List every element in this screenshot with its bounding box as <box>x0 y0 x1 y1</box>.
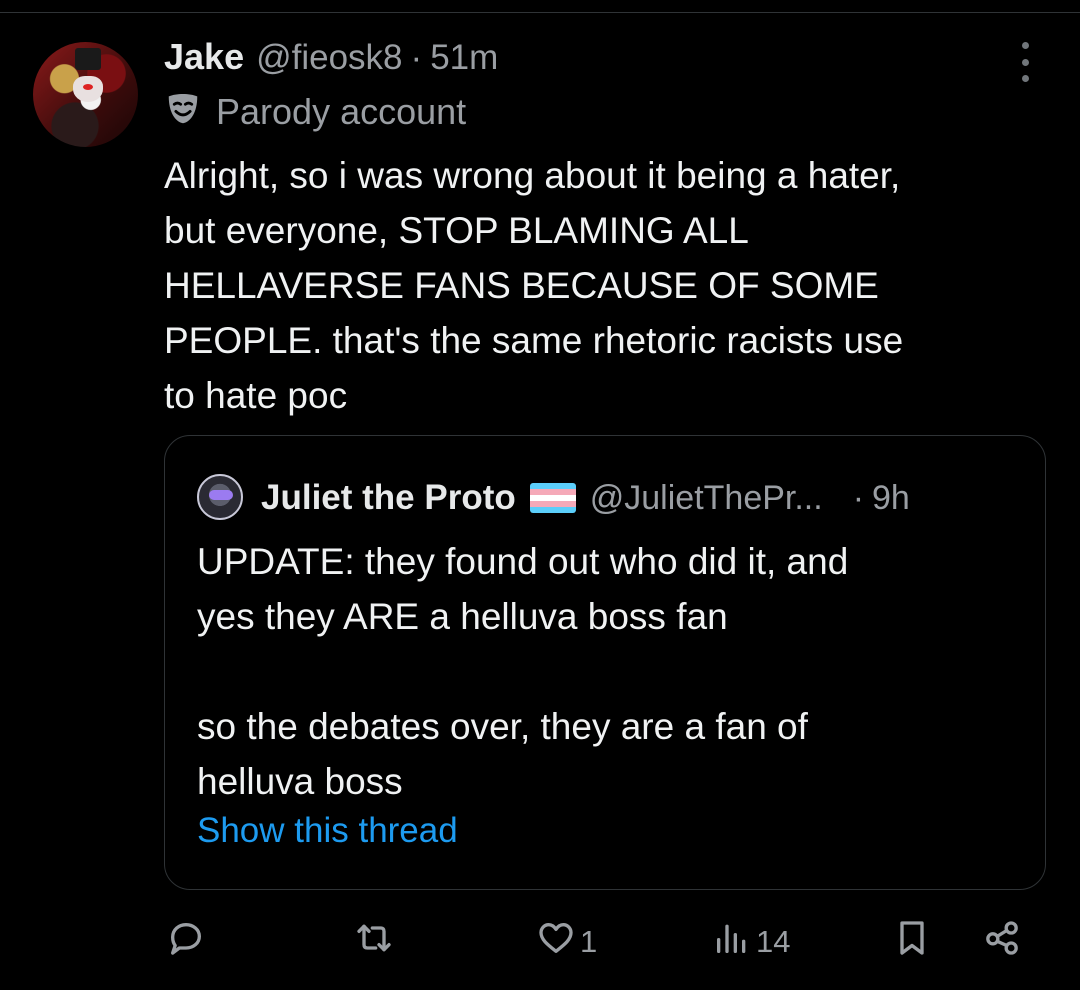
more-dot <box>1021 42 1029 49</box>
quoted-author-avatar[interactable] <box>197 474 243 520</box>
flag-stripe <box>529 507 576 513</box>
retweet-icon <box>354 918 394 966</box>
like-count: 1 <box>580 924 598 959</box>
parody-label-row: Parody account <box>164 90 466 133</box>
more-dot <box>1021 75 1029 82</box>
top-divider <box>0 12 1080 13</box>
author-name[interactable]: Jake <box>164 36 244 78</box>
quoted-tweet-time[interactable]: 9h <box>872 479 910 518</box>
more-dot <box>1021 58 1029 66</box>
reply-icon <box>166 918 206 966</box>
views-icon <box>712 918 752 966</box>
share-button[interactable] <box>982 912 1022 972</box>
mask-icon <box>164 90 202 133</box>
trans-flag-icon <box>529 483 576 513</box>
retweet-button[interactable] <box>354 912 398 972</box>
bookmark-button[interactable] <box>892 912 932 972</box>
parody-account-label: Parody account <box>216 90 467 132</box>
avatar-eye <box>83 84 93 90</box>
tweet-time[interactable]: 51m <box>430 38 498 78</box>
separator-dot: · <box>410 38 423 77</box>
tweet-text: Alright, so i was wrong about it being a… <box>164 155 904 416</box>
bookmark-icon <box>892 918 932 966</box>
author-handle[interactable]: @fieosk8 <box>256 38 402 78</box>
show-thread-link[interactable]: Show this thread <box>197 811 458 851</box>
more-options-icon[interactable] <box>1015 42 1035 82</box>
reply-button[interactable] <box>166 912 210 972</box>
quoted-tweet-text: UPDATE: they found out who did it, and y… <box>197 541 849 802</box>
separator-dot: · <box>852 478 865 517</box>
avatar-hat <box>75 48 101 70</box>
quoted-author-name[interactable]: Juliet the Proto <box>261 478 516 518</box>
share-icon <box>982 918 1022 966</box>
action-bar: 1 14 <box>0 912 1080 972</box>
quoted-tweet-card[interactable]: Juliet the Proto @JulietThePr... · 9h UP… <box>164 435 1046 890</box>
quoted-tweet-header: Juliet the Proto @JulietThePr... · 9h <box>261 474 910 522</box>
heart-icon <box>536 918 576 966</box>
views-button[interactable]: 14 <box>712 912 790 972</box>
tweet-header: Jake @fieosk8 · 51m <box>164 36 498 82</box>
like-button[interactable]: 1 <box>536 912 597 972</box>
avatar-visor <box>209 490 233 500</box>
views-count: 14 <box>756 924 791 959</box>
quoted-author-handle[interactable]: @JulietThePr... <box>590 479 823 518</box>
author-avatar[interactable] <box>33 42 138 147</box>
